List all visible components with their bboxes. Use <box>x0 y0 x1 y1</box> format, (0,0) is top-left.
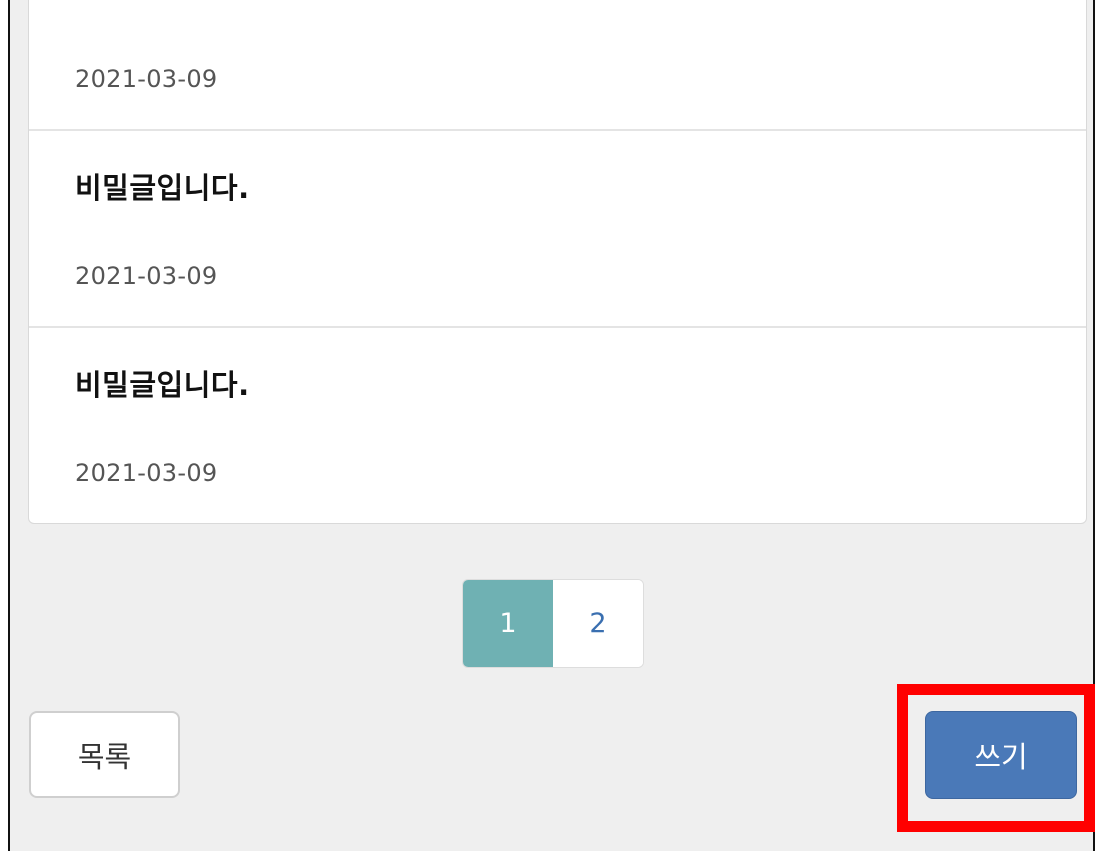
post-date: 2021-03-09 <box>75 65 218 93</box>
list-button[interactable]: 목록 <box>29 711 180 798</box>
list-item[interactable]: 비밀글입니다. 2021-03-09 <box>29 129 1086 328</box>
post-title: 비밀글입니다. <box>75 171 250 205</box>
list-item[interactable]: 비밀글입니다. 2021-03-09 <box>29 326 1086 523</box>
post-title: 비밀글입니다. <box>75 368 250 402</box>
post-list: 2021-03-09 비밀글입니다. 2021-03-09 비밀글입니다. 20… <box>28 0 1087 524</box>
post-date: 2021-03-09 <box>75 262 218 290</box>
page-1-button[interactable]: 1 <box>463 580 553 667</box>
write-button[interactable]: 쓰기 <box>925 711 1077 799</box>
page-2-button[interactable]: 2 <box>553 580 643 667</box>
list-item[interactable]: 2021-03-09 <box>29 0 1086 131</box>
post-date: 2021-03-09 <box>75 459 218 487</box>
pagination: 1 2 <box>462 579 644 668</box>
